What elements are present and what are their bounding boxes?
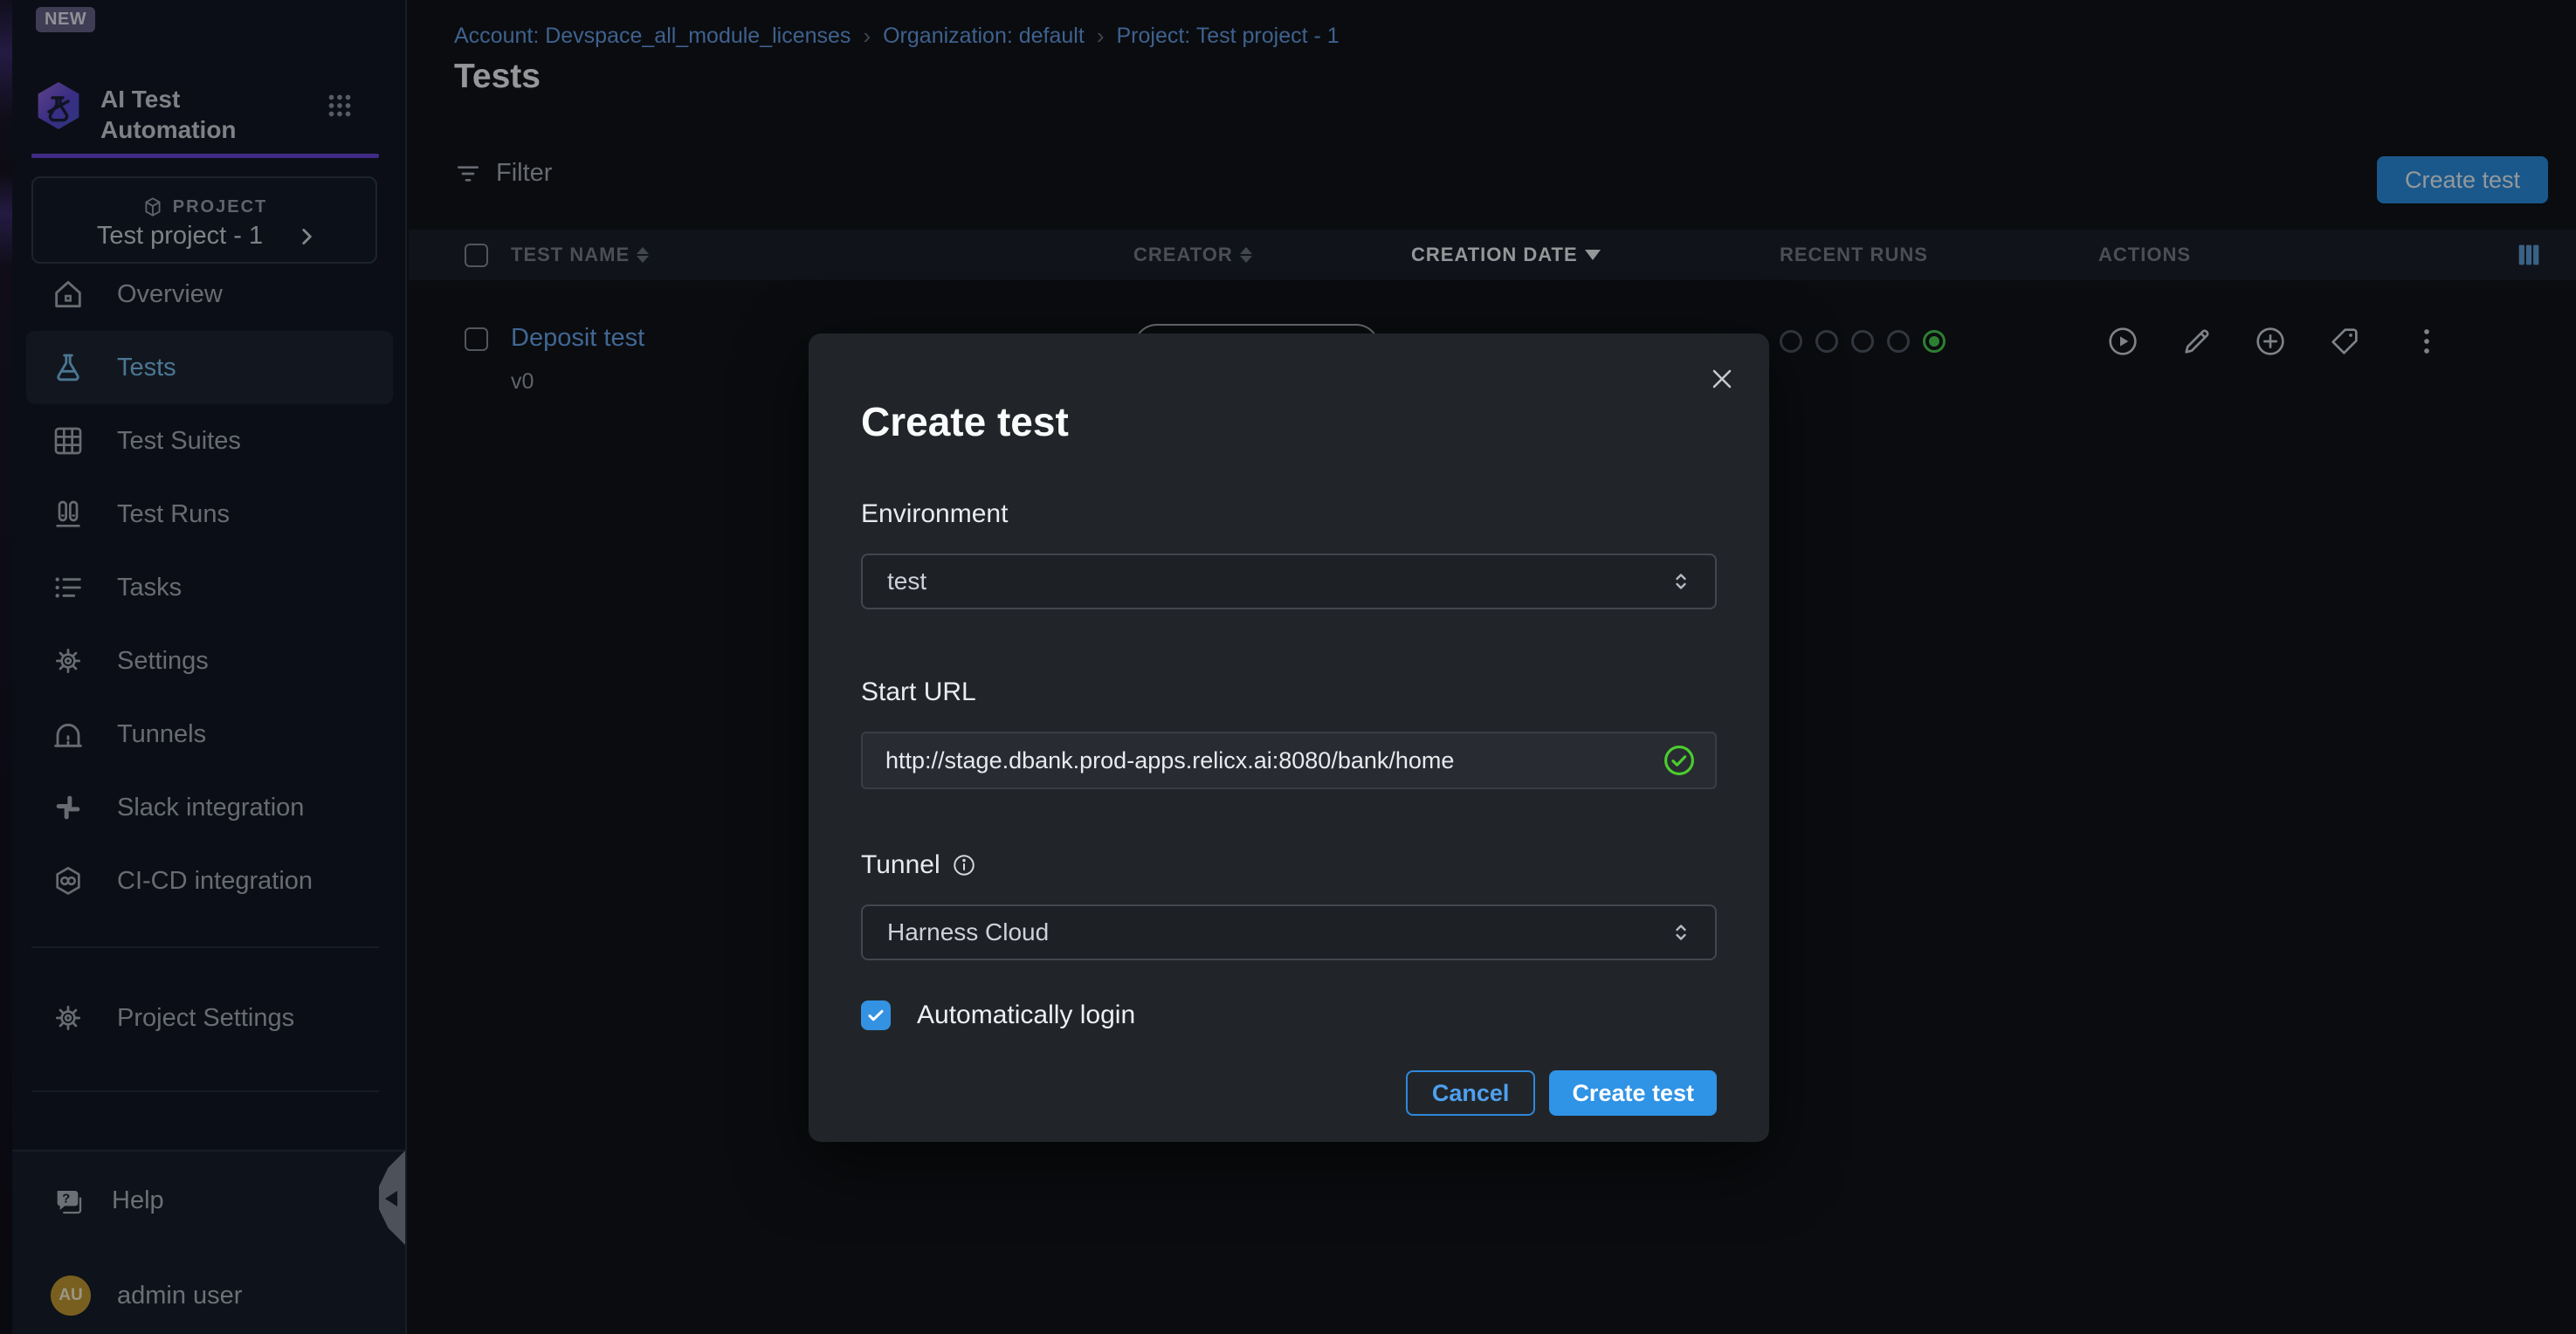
modal-buttons: Cancel Create test <box>861 1070 1717 1116</box>
valid-check-icon <box>1661 742 1698 779</box>
start-url-value: http://stage.dbank.prod-apps.relicx.ai:8… <box>885 747 1454 774</box>
info-icon[interactable] <box>951 852 977 878</box>
auto-login-label: Automatically login <box>917 1000 1135 1030</box>
modal-create-test-button[interactable]: Create test <box>1549 1070 1717 1116</box>
check-icon <box>865 1005 886 1026</box>
select-chevrons-icon <box>1668 919 1694 945</box>
environment-value: test <box>887 567 926 595</box>
environment-label: Environment <box>861 499 1717 529</box>
modal-title: Create test <box>861 398 1717 445</box>
start-url-label: Start URL <box>861 677 1717 707</box>
close-icon[interactable] <box>1706 363 1738 395</box>
cancel-button[interactable]: Cancel <box>1406 1070 1536 1116</box>
auto-login-row: Automatically login <box>861 1000 1717 1030</box>
tunnel-label: Tunnel <box>861 850 1717 880</box>
environment-select[interactable]: test <box>861 554 1717 609</box>
create-test-modal: Create test Environment test Start URL h… <box>809 334 1769 1142</box>
tunnel-select[interactable]: Harness Cloud <box>861 904 1717 960</box>
tunnel-value: Harness Cloud <box>887 918 1049 946</box>
select-chevrons-icon <box>1668 568 1694 595</box>
start-url-input[interactable]: http://stage.dbank.prod-apps.relicx.ai:8… <box>861 732 1717 789</box>
app-root: NEW AI Test Automation PROJECT Test proj… <box>0 0 2576 1334</box>
auto-login-checkbox[interactable] <box>861 1000 891 1030</box>
